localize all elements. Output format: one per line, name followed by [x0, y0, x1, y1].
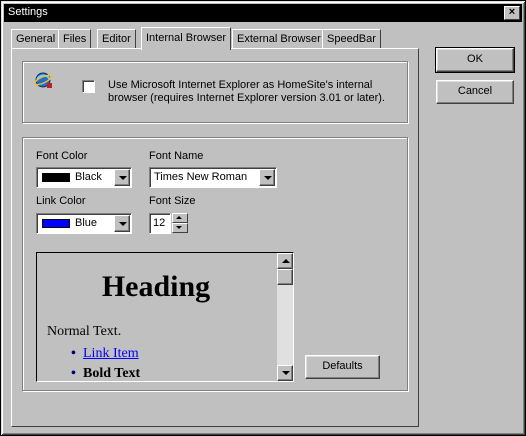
- cancel-button-label: Cancel: [457, 85, 493, 97]
- chevron-down-icon[interactable]: [114, 215, 130, 232]
- defaults-button-label: Defaults: [322, 360, 363, 372]
- tab-label: Files: [63, 33, 87, 45]
- tab-panel-internal-browser: Use Microsoft Internet Explorer as HomeS…: [11, 48, 419, 427]
- font-color-swatch: [42, 173, 70, 182]
- scroll-up-button[interactable]: [277, 253, 293, 269]
- window-title: Settings: [8, 6, 48, 18]
- tab-speedbar[interactable]: SpeedBar: [322, 29, 381, 49]
- ok-button[interactable]: OK: [435, 47, 515, 73]
- tab-label: Editor: [102, 33, 131, 45]
- font-size-value: 12: [153, 217, 166, 229]
- spin-up-button[interactable]: [172, 213, 188, 223]
- spin-down-button[interactable]: [172, 223, 188, 233]
- chevron-down-icon[interactable]: [114, 169, 130, 186]
- font-size-label: Font Size: [149, 195, 196, 207]
- font-name-value: Times New Roman: [154, 171, 248, 183]
- tab-general[interactable]: General: [11, 29, 61, 49]
- tab-files[interactable]: Files: [58, 29, 92, 49]
- preview-scrollbar[interactable]: [277, 253, 293, 381]
- list-item: Link Item: [71, 344, 140, 364]
- font-preview-pane: Heading Normal Text. Link Item Bold Text: [36, 252, 294, 382]
- tab-label: General: [16, 33, 56, 45]
- preview-list: Link Item Bold Text: [71, 344, 141, 381]
- font-name-label: Font Name: [149, 150, 204, 162]
- tab-editor[interactable]: Editor: [97, 29, 136, 49]
- preview-normal-text: Normal Text.: [47, 324, 122, 339]
- ok-button-label: OK: [467, 53, 483, 65]
- settings-dialog: Settings × General Files Editor Internal…: [0, 0, 526, 436]
- use-ie-checkbox[interactable]: [82, 80, 95, 93]
- use-ie-label: Use Microsoft Internet Explorer as HomeS…: [108, 79, 385, 104]
- tab-external-browser[interactable]: External Browser: [232, 29, 326, 49]
- font-color-value: Black: [75, 171, 102, 183]
- scroll-thumb[interactable]: [277, 269, 293, 285]
- internet-explorer-icon: [34, 72, 52, 88]
- preview-content: Heading Normal Text. Link Item Bold Text: [37, 253, 275, 381]
- preview-bold-text: Bold Text: [83, 366, 141, 381]
- preview-heading: Heading: [101, 270, 211, 303]
- defaults-button[interactable]: Defaults: [305, 355, 380, 379]
- font-size-stepper: [172, 213, 188, 234]
- link-color-select[interactable]: Blue: [36, 213, 132, 234]
- tab-label: Internal Browser: [146, 32, 227, 44]
- link-color-swatch: [42, 219, 70, 228]
- font-color-select[interactable]: Black: [36, 167, 132, 188]
- link-color-label: Link Color: [36, 195, 86, 207]
- tab-label: External Browser: [237, 33, 321, 45]
- font-color-label: Font Color: [36, 150, 88, 162]
- title-bar[interactable]: Settings ×: [4, 4, 522, 22]
- tab-internal-browser[interactable]: Internal Browser: [141, 27, 232, 50]
- scroll-down-button[interactable]: [277, 365, 293, 381]
- chevron-down-icon[interactable]: [259, 169, 275, 186]
- list-item: Bold Text: [71, 364, 141, 381]
- font-name-select[interactable]: Times New Roman: [149, 167, 277, 188]
- close-button[interactable]: ×: [504, 6, 520, 20]
- tab-label: SpeedBar: [327, 33, 376, 45]
- preview-link-item[interactable]: Link Item: [83, 346, 139, 361]
- link-color-value: Blue: [75, 217, 98, 229]
- cancel-button[interactable]: Cancel: [436, 80, 514, 104]
- font-size-input[interactable]: 12: [149, 213, 171, 234]
